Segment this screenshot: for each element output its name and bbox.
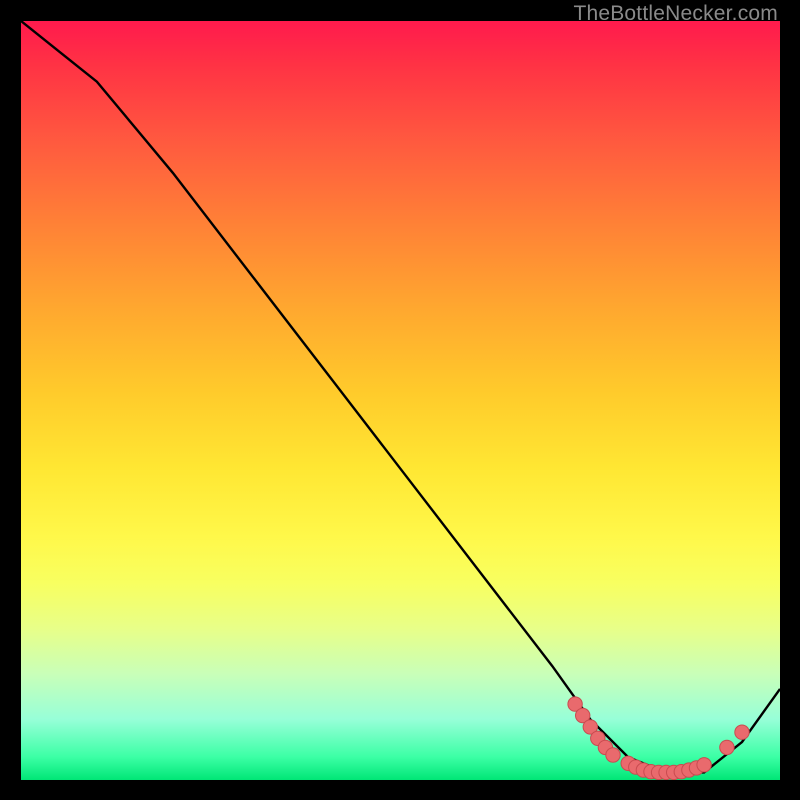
plot-area xyxy=(21,21,780,780)
curve-marker xyxy=(720,740,734,754)
watermark-text: TheBottleNecker.com xyxy=(573,2,778,26)
chart-frame: TheBottleNecker.com xyxy=(0,0,800,800)
marker-group xyxy=(568,697,749,780)
curve-marker xyxy=(735,725,749,739)
bottleneck-curve-path xyxy=(21,21,780,772)
curve-marker xyxy=(697,758,711,772)
bottleneck-curve-svg xyxy=(21,21,780,780)
curve-marker xyxy=(606,748,620,762)
